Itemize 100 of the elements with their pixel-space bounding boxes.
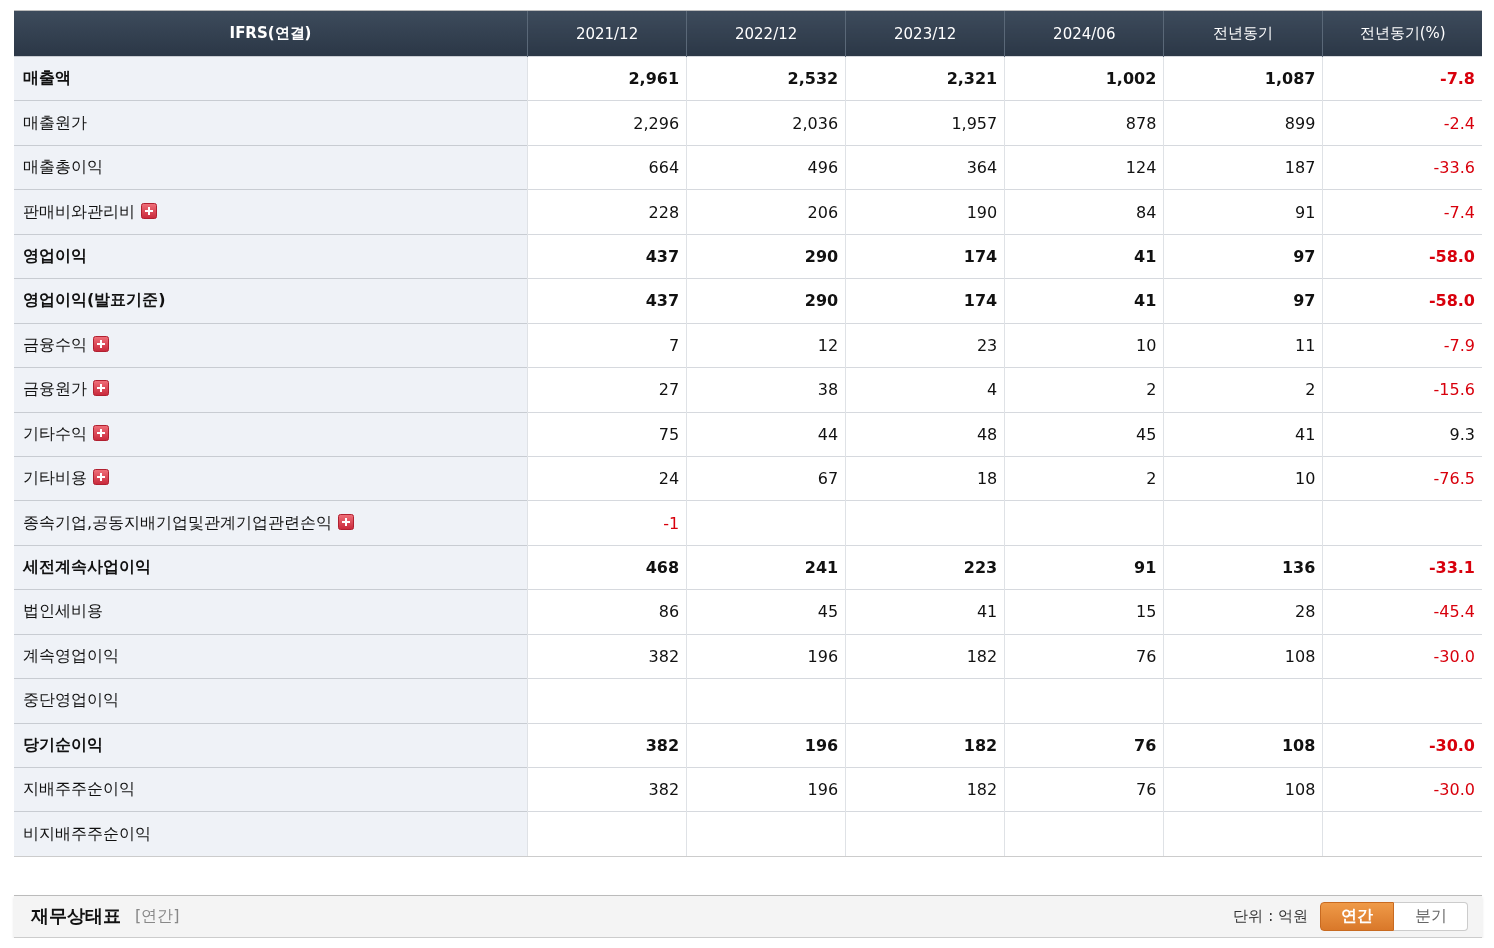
section-title: 재무상태표: [31, 904, 121, 929]
table-cell: 67: [817, 469, 839, 489]
table-cell: 76: [1134, 735, 1157, 755]
row-label: 영업이익(발표기준): [23, 290, 166, 310]
table-cell: 4: [987, 380, 998, 400]
row-label: 기타비용: [23, 468, 87, 488]
table-cell: 38: [817, 380, 839, 400]
table-cell: 1,957: [951, 113, 998, 133]
unit-label: 단위 : 억원: [1233, 906, 1308, 926]
table-cell: 496: [807, 158, 839, 178]
table-cell: 1,002: [1105, 69, 1157, 89]
table-cell: -33.6: [1433, 158, 1475, 178]
table-cell: 108: [1284, 780, 1316, 800]
table-cell: 91: [1134, 558, 1157, 578]
table-cell: 290: [804, 246, 839, 266]
table-cell: 10: [1135, 335, 1157, 355]
table-cell: -45.4: [1433, 602, 1475, 622]
row-label: 판매비와관리비: [23, 201, 135, 221]
table-cell: -58.0: [1428, 246, 1475, 266]
column-header: 전년동기: [1163, 11, 1323, 57]
table-cell: -2.4: [1443, 113, 1475, 133]
table-cell: 899: [1284, 113, 1316, 133]
table-cell: 97: [1293, 246, 1316, 266]
table-cell: 364: [966, 158, 998, 178]
table-cell: 84: [1135, 202, 1157, 222]
table-cell: 437: [645, 246, 680, 266]
expand-plus-icon[interactable]: [93, 380, 109, 397]
table-cell: 182: [966, 780, 998, 800]
table-cell: -33.1: [1428, 558, 1475, 578]
table-cell: 190: [966, 202, 998, 222]
table-cell: 223: [963, 558, 998, 578]
table-cell: 24: [658, 469, 680, 489]
row-label: 금융수익: [23, 334, 87, 354]
table-cell: 86: [658, 602, 680, 622]
period-toggle-button[interactable]: 분기: [1394, 901, 1468, 931]
table-cell: 18: [976, 469, 998, 489]
table-cell: 15: [1135, 602, 1157, 622]
expand-plus-icon[interactable]: [93, 335, 109, 352]
table-cell: 2,296: [633, 113, 680, 133]
table-cell: 9.3: [1449, 424, 1475, 444]
table-cell: 2: [1146, 380, 1157, 400]
row-label: 중단영업이익: [23, 690, 119, 710]
expand-plus-icon[interactable]: [141, 202, 157, 219]
table-cell: -1: [663, 513, 680, 533]
table-cell: -30.0: [1433, 780, 1475, 800]
table-cell: 48: [976, 424, 998, 444]
table-cell: 382: [645, 735, 680, 755]
table-cell: 41: [976, 602, 998, 622]
table-cell: 108: [1282, 735, 1316, 755]
table-cell: 124: [1125, 158, 1157, 178]
table-cell: 664: [648, 158, 680, 178]
row-label: 금융원가: [23, 379, 87, 399]
expand-plus-icon[interactable]: [93, 469, 109, 486]
table-cell: 75: [658, 424, 680, 444]
table-cell: 44: [817, 424, 839, 444]
table-cell: 196: [807, 780, 839, 800]
table-cell: 97: [1293, 291, 1316, 311]
table-cell: 174: [963, 246, 998, 266]
expand-plus-icon[interactable]: [93, 424, 109, 441]
table-cell: 382: [648, 646, 680, 666]
column-header: IFRS(연결): [14, 11, 528, 57]
table-cell: 7: [668, 335, 680, 355]
table-cell: 468: [645, 558, 680, 578]
table-cell: 2,036: [792, 113, 839, 133]
table-cell: 2,532: [787, 69, 839, 89]
table-cell: 41: [1295, 424, 1316, 444]
table-cell: -15.6: [1433, 380, 1475, 400]
table-cell: 76: [1135, 646, 1157, 666]
table-cell: 41: [1134, 291, 1157, 311]
column-header: 2021/12: [527, 11, 687, 57]
table-cell: -30.0: [1428, 735, 1475, 755]
row-label: 종속기업,공동지배기업및관계기업관련손익: [23, 512, 333, 532]
table-cell: 2,961: [628, 69, 680, 89]
table-cell: 174: [963, 291, 998, 311]
table-cell: -7.8: [1440, 69, 1475, 89]
table-cell: 187: [1284, 158, 1316, 178]
table-cell: 437: [645, 291, 680, 311]
row-label: 계속영업이익: [23, 645, 119, 665]
row-label: 세전계속사업이익: [23, 557, 151, 577]
table-cell: 45: [1135, 424, 1157, 444]
row-label: 매출원가: [23, 112, 87, 132]
table-cell: 27: [658, 380, 680, 400]
row-label: 지배주주순이익: [23, 779, 135, 799]
row-label: 비지배주주순이익: [23, 823, 151, 843]
table-cell: 76: [1135, 780, 1157, 800]
expand-plus-icon[interactable]: [338, 513, 355, 530]
table-cell: 182: [963, 735, 998, 755]
table-cell: -58.0: [1428, 291, 1475, 311]
table-cell: 2: [1146, 469, 1157, 489]
table-cell: 196: [804, 735, 839, 755]
table-cell: 91: [1295, 202, 1316, 222]
table-cell: 382: [648, 780, 680, 800]
table-cell: 228: [648, 202, 680, 222]
column-header: 2023/12: [845, 11, 1005, 57]
table-cell: 182: [966, 646, 998, 666]
table-cell: 23: [976, 335, 998, 355]
column-header: 2024/06: [1004, 11, 1164, 57]
table-cell: 136: [1282, 558, 1316, 578]
table-cell: -76.5: [1433, 469, 1475, 489]
table-cell: 41: [1134, 246, 1157, 266]
